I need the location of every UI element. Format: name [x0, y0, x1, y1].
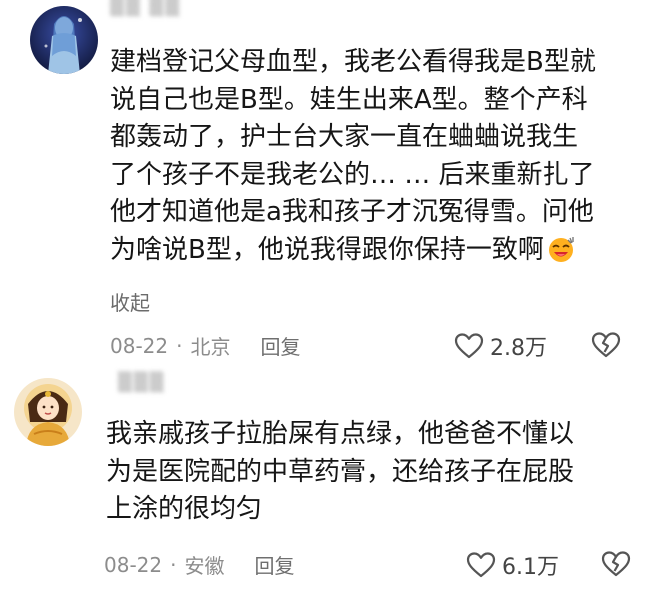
comment-item: ▒▒ ▒▒ 建档登记父母血型，我老公看得我是B型就 说自己也是B型。娃生出来A型… — [0, 0, 660, 370]
comment-meta: 08-22 · 北京 回复 — [110, 331, 300, 360]
meta-separator: · — [170, 552, 177, 577]
like-button[interactable]: 2.8万 — [454, 330, 547, 362]
broken-heart-icon — [591, 332, 621, 358]
like-count: 6.1万 — [502, 555, 559, 580]
reply-button[interactable]: 回复 — [254, 550, 294, 579]
like-button[interactable]: 6.1万 — [466, 549, 559, 581]
comment-location: 北京 — [190, 335, 231, 359]
dislike-button[interactable] — [601, 550, 631, 582]
avatar[interactable] — [14, 378, 82, 446]
username-blurred[interactable]: ▒▒ ▒▒ — [110, 0, 181, 17]
comment-date: 08-22 — [104, 552, 163, 577]
dislike-button[interactable] — [591, 331, 621, 363]
broken-heart-icon — [601, 551, 631, 577]
heart-icon — [454, 333, 484, 359]
comment-text: 我亲戚孩子拉胎屎有点绿，他爸爸不懂以 为是医院配的中草药膏，还给孩子在屁股 上涂… — [106, 419, 575, 524]
like-count: 2.8万 — [490, 336, 547, 361]
laughing-face-icon — [546, 234, 576, 264]
heart-icon — [466, 552, 496, 578]
comment-item: ▒▒▒ 我亲戚孩子拉胎屎有点绿，他爸爸不懂以 为是医院配的中草药膏，还给孩子在屁… — [0, 370, 660, 590]
avatar[interactable] — [30, 6, 98, 74]
comment-meta: 08-22 · 安徽 回复 — [104, 550, 294, 579]
comment-date: 08-22 — [110, 333, 169, 358]
reply-button[interactable]: 回复 — [260, 331, 300, 360]
comment-text: 建档登记父母血型，我老公看得我是B型就 说自己也是B型。娃生出来A型。整个产科 … — [110, 47, 596, 265]
comment-location: 安徽 — [184, 554, 225, 578]
username-blurred[interactable]: ▒▒▒ — [118, 372, 166, 393]
collapse-button[interactable]: 收起 — [110, 287, 150, 316]
meta-separator: · — [176, 333, 183, 358]
